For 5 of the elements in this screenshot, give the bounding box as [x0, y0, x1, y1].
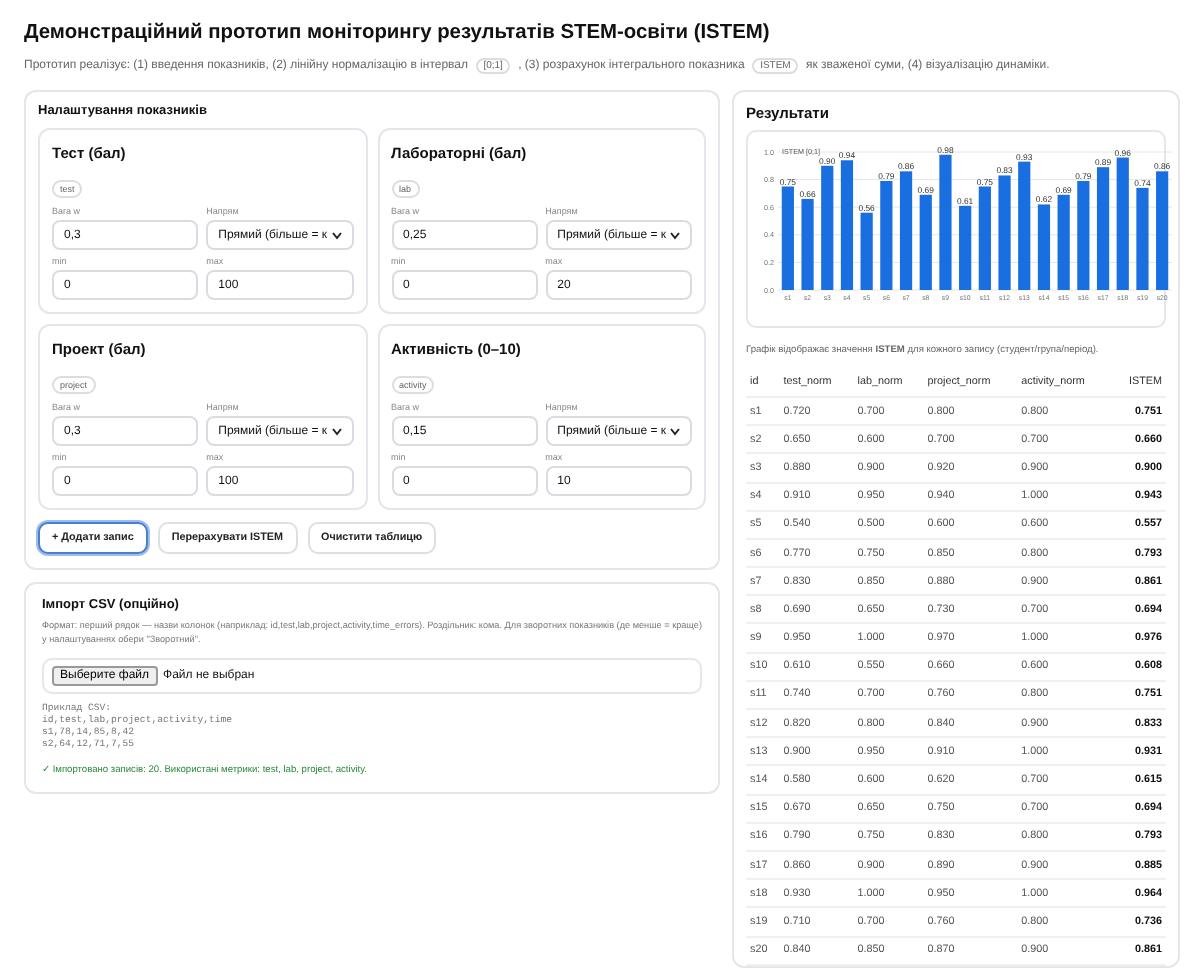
chevron-down-icon: [331, 427, 341, 436]
chevron-down-icon: [670, 427, 680, 436]
chevron-down-icon: [670, 231, 680, 240]
page-title: Демонстраційний прототип моніторингу результатів STEM-освіти (ISTEM): [24, 22, 772, 44]
chevron-down-icon: [331, 231, 341, 240]
